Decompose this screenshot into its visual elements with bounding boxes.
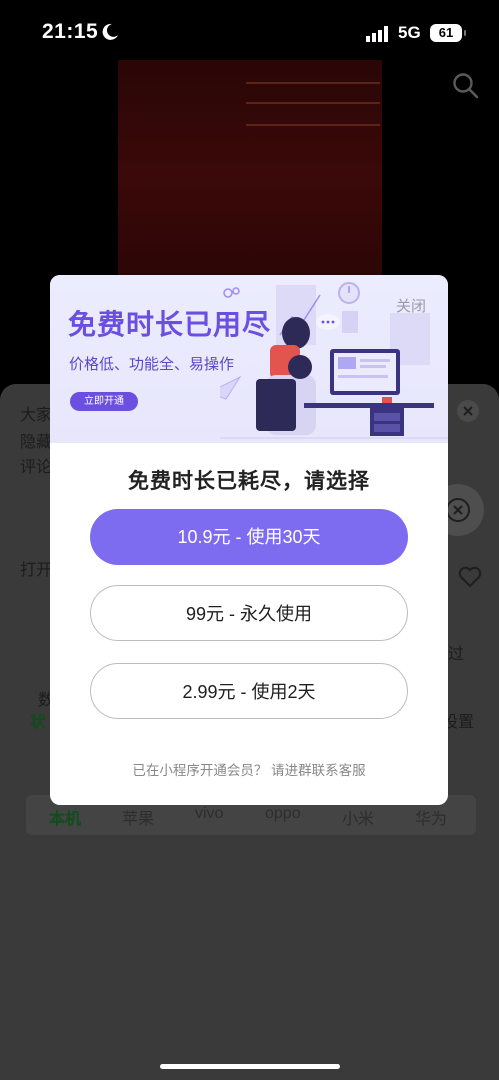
stage-light-line	[246, 82, 380, 84]
tab-vivo[interactable]: vivo	[195, 805, 223, 823]
plan-30-days-button[interactable]: 10.9元 - 使用30天	[90, 509, 408, 565]
close-icon	[463, 406, 473, 416]
bg-text: 隐藏	[20, 434, 53, 451]
battery-indicator: 61	[430, 24, 466, 42]
bg-text: 过	[448, 646, 465, 663]
modal-title: 免费时长已耗尽，请选择	[128, 470, 370, 493]
tab-oppo[interactable]: oppo	[265, 805, 301, 823]
tab-xiaomi[interactable]: 小米	[342, 805, 374, 829]
stage-light-line	[246, 124, 380, 126]
heart-icon[interactable]	[458, 566, 482, 588]
banner-subtitle: 价格低、功能全、易操作	[69, 356, 235, 373]
bg-text: 打开	[20, 562, 53, 579]
payment-modal: 免费时长已用尽 价格低、功能全、易操作 立即开通 关闭 免费时长已耗尽，请选择 …	[50, 275, 448, 805]
bg-text: 评论	[20, 459, 53, 476]
modal-close-button[interactable]: 关闭	[396, 295, 426, 316]
plan-2-days-button[interactable]: 2.99元 - 使用2天	[90, 663, 408, 719]
tab-apple[interactable]: 苹果	[122, 805, 154, 829]
moon-icon	[102, 23, 118, 40]
promo-banner: 免费时长已用尽 价格低、功能全、易操作 立即开通 关闭	[50, 275, 448, 443]
open-now-button[interactable]: 立即开通	[70, 392, 138, 411]
status-time: 21:15	[42, 20, 99, 43]
home-indicator[interactable]	[160, 1064, 340, 1069]
bg-text: 状	[30, 714, 47, 731]
stage-light-line	[246, 102, 380, 104]
sheet-close-button[interactable]	[457, 400, 479, 422]
network-type: 5G	[398, 23, 421, 42]
search-icon[interactable]	[452, 72, 480, 100]
bg-text: 大家	[20, 407, 53, 424]
tab-local[interactable]: 本机	[49, 805, 81, 829]
signal-icon	[366, 26, 388, 42]
tab-huawei[interactable]: 华为	[415, 805, 447, 829]
plan-lifetime-button[interactable]: 99元 - 永久使用	[90, 585, 408, 641]
status-bar: 21:15 5G 61	[0, 0, 499, 64]
member-contact-note[interactable]: 已在小程序开通会员？ 请进群联系客服	[50, 759, 448, 779]
